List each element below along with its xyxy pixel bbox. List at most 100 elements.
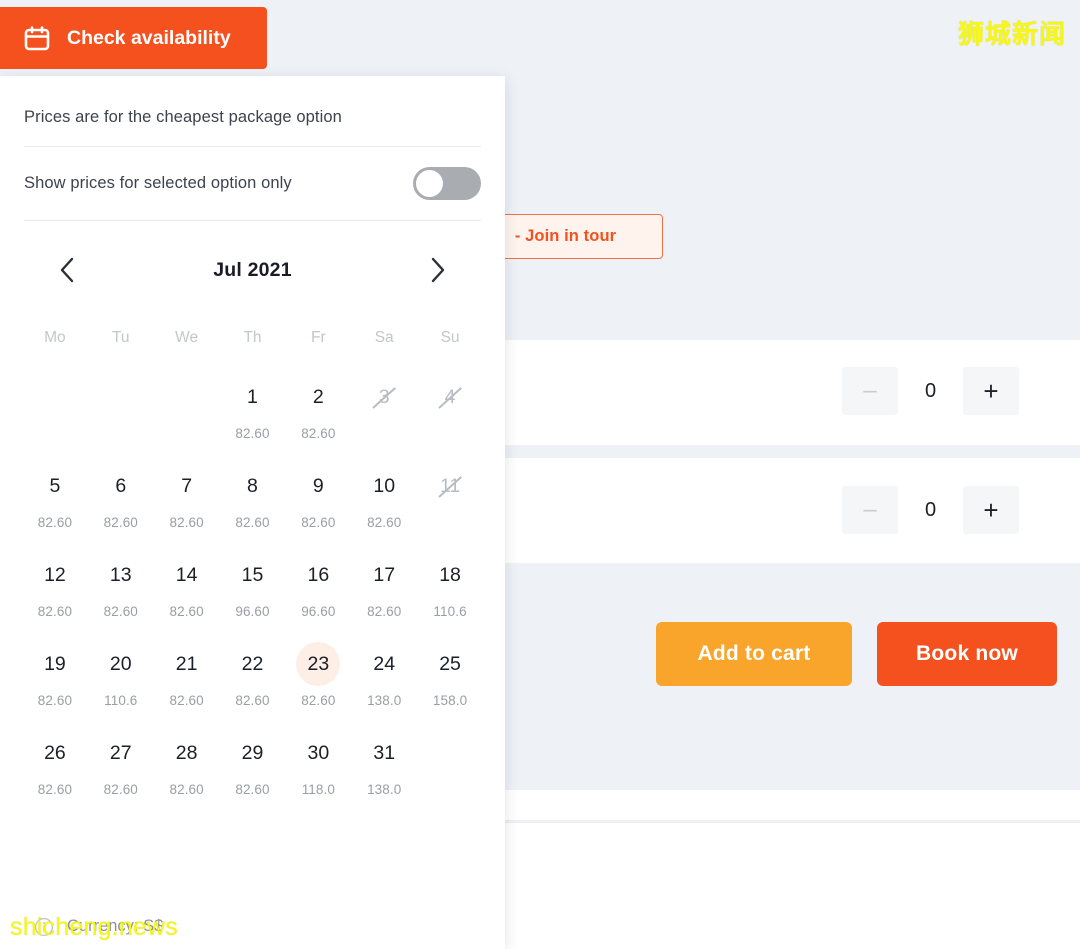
calendar-week-row: 182.60282.6034 xyxy=(22,375,483,464)
calendar-day-cell[interactable]: 27 82.60 xyxy=(88,731,154,820)
check-availability-button[interactable]: Check availability xyxy=(0,7,267,69)
calendar-day-cell[interactable]: 1782.60 xyxy=(351,553,417,642)
calendar-day-cell[interactable]: 2982.60 xyxy=(220,731,286,820)
calendar-day-number[interactable]: 26 xyxy=(33,731,77,775)
calendar-day-cell[interactable]: 20110.6 xyxy=(88,642,154,731)
calendar-day-number[interactable]: 14 xyxy=(165,553,209,597)
calendar-day-number[interactable]: 31 xyxy=(362,731,406,775)
calendar-day-number[interactable]: 10 xyxy=(362,464,406,508)
add-to-cart-button[interactable]: Add to cart xyxy=(656,622,852,686)
calendar-day-cell[interactable]: 182.60 xyxy=(220,375,286,464)
calendar-day-number[interactable]: 21 xyxy=(165,642,209,686)
calendar-day-price: 118.0 xyxy=(302,782,335,797)
calendar-day-cell: 3 xyxy=(351,375,417,464)
weekday-header-th: Th xyxy=(220,329,286,347)
calendar-day-cell[interactable]: 2382.60 xyxy=(285,642,351,731)
calendar-day-cell[interactable]: 31 138.0 xyxy=(351,731,417,820)
calendar-day-cell: 11 xyxy=(417,464,483,553)
calendar-day-number[interactable]: 8 xyxy=(230,464,274,508)
calendar-day-number[interactable]: 27 xyxy=(99,731,143,775)
quantity-increment-button-2[interactable]: + xyxy=(963,486,1019,534)
availability-dropdown-panel: Prices are for the cheapest package opti… xyxy=(0,76,505,949)
weekday-header-fr: Fr xyxy=(285,329,351,347)
calendar-day-cell[interactable]: 21 82.60 xyxy=(154,642,220,731)
calendar-week-row: 12 82.60 13 82.60 1482.6015 96.60 1696.601782.… xyxy=(22,553,483,642)
calendar-day-price: 138.0 xyxy=(367,782,401,797)
watermark-top-right: 狮城新闻 xyxy=(958,14,1066,51)
calendar-day-price: 82.60 xyxy=(38,782,72,797)
calendar-day-number[interactable]: 9 xyxy=(296,464,340,508)
calendar-day-cell[interactable]: 15 96.60 xyxy=(220,553,286,642)
calendar-day-number[interactable]: 2 xyxy=(296,375,340,419)
quantity-stepper-2: – 0 + xyxy=(842,486,1019,534)
calendar-day-number[interactable]: 18 xyxy=(428,553,472,597)
calendar-day-cell[interactable]: 26 82.60 xyxy=(22,731,88,820)
calendar-day-cell[interactable]: 13 82.60 xyxy=(88,553,154,642)
calendar-day-cell[interactable]: 882.60 xyxy=(220,464,286,553)
calendar-day-number[interactable]: 7 xyxy=(165,464,209,508)
calendar-day-cell[interactable]: 24 138.0 xyxy=(351,642,417,731)
calendar-day-number[interactable]: 30 xyxy=(296,731,340,775)
calendar-day-number[interactable]: 5 xyxy=(33,464,77,508)
calendar-day-cell[interactable]: 1482.60 xyxy=(154,553,220,642)
calendar-day-number[interactable]: 6 xyxy=(99,464,143,508)
calendar-day-cell[interactable]: 18110.6 xyxy=(417,553,483,642)
calendar-week-row: 582.60682.60782.60882.60982.601082.6011 xyxy=(22,464,483,553)
toggle-knob xyxy=(416,170,443,197)
calendar-day-number[interactable]: 24 xyxy=(362,642,406,686)
lower-section-background-1 xyxy=(505,790,1080,820)
quantity-increment-button-1[interactable]: + xyxy=(963,367,1019,415)
calendar-day-number[interactable]: 22 xyxy=(230,642,274,686)
calendar-day-cell[interactable]: 1082.60 xyxy=(351,464,417,553)
calendar-day-number[interactable]: 15 xyxy=(230,553,274,597)
calendar-day-cell[interactable]: 19 82.60 xyxy=(22,642,88,731)
calendar-day-number: 3 xyxy=(362,375,406,419)
calendar-day-price: 82.60 xyxy=(38,604,72,619)
calendar-day-price: 82.60 xyxy=(104,782,138,797)
calendar-day-price: 82.60 xyxy=(235,693,269,708)
calendar-day-cell[interactable]: 682.60 xyxy=(88,464,154,553)
calendar-day-price: 96.60 xyxy=(235,604,269,619)
prev-month-button[interactable] xyxy=(52,255,82,285)
calendar-day-cell[interactable]: 22 82.60 xyxy=(220,642,286,731)
weekday-header-row: MoTuWeThFrSaSu xyxy=(22,329,483,347)
calendar-day-price: 158.0 xyxy=(433,693,467,708)
calendar-day-cell[interactable]: 25 158.0 xyxy=(417,642,483,731)
calendar-day-cell[interactable]: 582.60 xyxy=(22,464,88,553)
calendar-day-number[interactable]: 12 xyxy=(33,553,77,597)
calendar-day-price: 82.60 xyxy=(169,515,203,530)
calendar-day-price: 82.60 xyxy=(301,426,335,441)
calendar: Jul 2021 MoTuWeThFrSaSu 182.60282.603458… xyxy=(0,221,505,820)
calendar-day-number[interactable]: 23 xyxy=(296,642,340,686)
next-month-button[interactable] xyxy=(423,255,453,285)
calendar-day-cell[interactable]: 982.60 xyxy=(285,464,351,553)
calendar-day-number[interactable]: 17 xyxy=(362,553,406,597)
weekday-header-tu: Tu xyxy=(88,329,154,347)
calendar-day-price: 82.60 xyxy=(38,515,72,530)
calendar-day-price: 82.60 xyxy=(38,693,72,708)
book-now-button[interactable]: Book now xyxy=(877,622,1057,686)
calendar-day-cell[interactable]: 12 82.60 xyxy=(22,553,88,642)
calendar-day-number[interactable]: 20 xyxy=(99,642,143,686)
calendar-day-number[interactable]: 28 xyxy=(165,731,209,775)
calendar-day-cell[interactable]: 1696.60 xyxy=(285,553,351,642)
calendar-day-number[interactable]: 25 xyxy=(428,642,472,686)
show-selected-prices-toggle[interactable] xyxy=(413,167,481,200)
calendar-day-number[interactable]: 29 xyxy=(230,731,274,775)
calendar-day-price: 82.60 xyxy=(104,604,138,619)
quantity-decrement-button-2[interactable]: – xyxy=(842,486,898,534)
chevron-right-icon xyxy=(430,257,446,283)
calendar-day-number[interactable]: 13 xyxy=(99,553,143,597)
calendar-day-cell[interactable]: 282.60 xyxy=(285,375,351,464)
calendar-day-price: 138.0 xyxy=(367,693,401,708)
calendar-week-row: 26 82.60 27 82.60 2882.602982.6030 118.0 31 138… xyxy=(22,731,483,820)
calendar-day-number[interactable]: 19 xyxy=(33,642,77,686)
calendar-day-number[interactable]: 16 xyxy=(296,553,340,597)
calendar-day-number[interactable]: 1 xyxy=(230,375,274,419)
calendar-day-cell[interactable]: 2882.60 xyxy=(154,731,220,820)
chevron-left-icon xyxy=(59,257,75,283)
calendar-day-price: 82.60 xyxy=(169,693,203,708)
quantity-decrement-button-1[interactable]: – xyxy=(842,367,898,415)
calendar-day-cell[interactable]: 30 118.0 xyxy=(285,731,351,820)
calendar-day-cell[interactable]: 782.60 xyxy=(154,464,220,553)
